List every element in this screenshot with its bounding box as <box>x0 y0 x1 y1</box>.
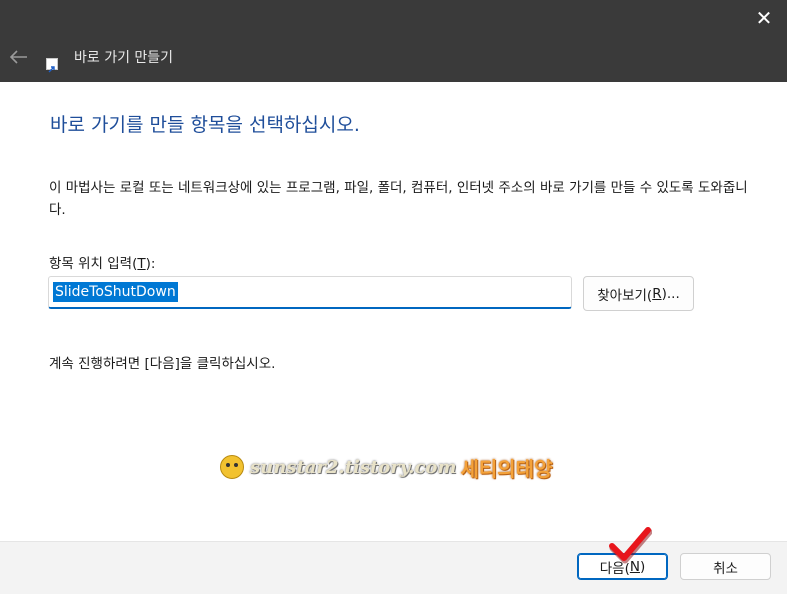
page-heading: 바로 가기를 만들 항목을 선택하십시오. <box>50 114 360 136</box>
close-icon: ✕ <box>755 6 773 30</box>
arrow-left-icon <box>10 50 27 64</box>
browse-button[interactable]: 찾아보기(R)... <box>583 276 694 311</box>
watermark: sunstar2.tistory.com 세티의태양 <box>220 452 552 482</box>
watermark-name: 세티의태양 <box>460 456 553 481</box>
cancel-button[interactable]: 취소 <box>680 553 771 580</box>
continue-instruction: 계속 진행하려면 [다음]을 클릭하십시오. <box>49 356 276 372</box>
access-key: R <box>652 285 662 302</box>
smiley-icon <box>220 455 244 479</box>
wizard-description: 이 마법사는 로컬 또는 네트워크상에 있는 프로그램, 파일, 폴더, 컴퓨터… <box>49 180 748 218</box>
location-label: 항목 위치 입력(T): <box>49 256 156 272</box>
watermark-url: sunstar2.tistory.com <box>250 456 457 478</box>
location-input-value[interactable]: SlideToShutDown <box>53 282 178 302</box>
close-button[interactable]: ✕ <box>741 0 787 36</box>
footer-bar <box>0 541 787 594</box>
checkmark-icon <box>609 527 652 564</box>
window-title: 바로 가기 만들기 <box>74 50 174 66</box>
back-button[interactable] <box>6 44 32 70</box>
location-input[interactable]: SlideToShutDown <box>48 276 572 309</box>
access-key: T <box>137 256 146 272</box>
shortcut-icon <box>46 58 58 73</box>
title-bar: ✕ 바로 가기 만들기 <box>0 0 787 82</box>
